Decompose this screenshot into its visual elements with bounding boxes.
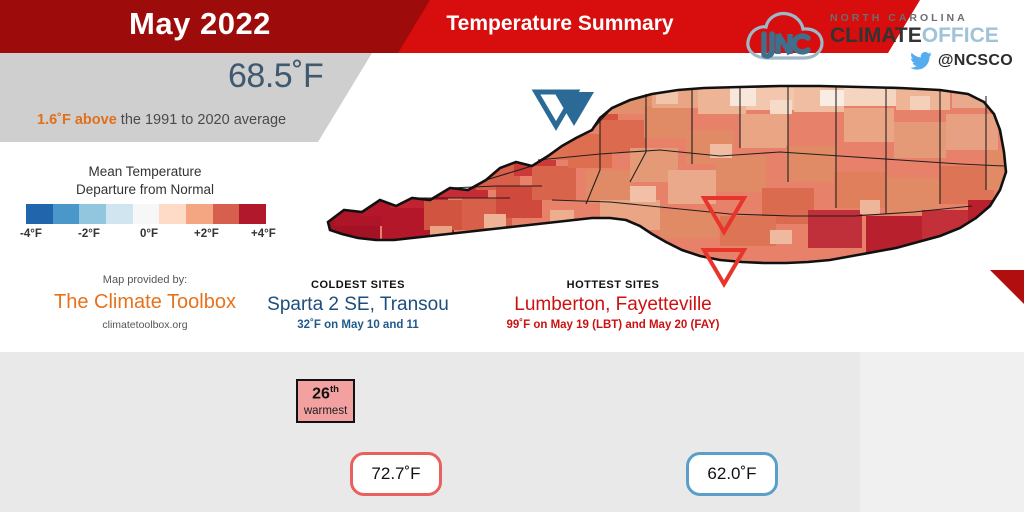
legend-swatch-2 xyxy=(79,204,107,224)
legend-tick-0: -4°F xyxy=(20,228,42,240)
statewide-average-value: 68.5˚F xyxy=(228,57,324,95)
ranking-cell-2022[interactable]: 26th warmest xyxy=(296,379,356,423)
ranking-word-2022: warmest xyxy=(303,405,348,418)
legend-tick-3: +2°F xyxy=(194,228,219,240)
coldest-site-markers xyxy=(531,89,594,131)
legend-swatch-7 xyxy=(212,204,240,224)
legend-tick-4: +4°F xyxy=(251,228,276,240)
twitter-handle[interactable]: @NCSCO xyxy=(910,52,1013,70)
legend-swatch-6 xyxy=(186,204,213,224)
infographic-root: May 2022 Temperature Summary NORTH CAROL… xyxy=(0,0,1024,513)
bottom-right-panel xyxy=(860,352,1024,512)
nc-temperature-map xyxy=(300,60,1024,288)
legend-swatch-5 xyxy=(159,204,187,224)
logo-office: OFFICE xyxy=(921,24,999,47)
legend-tick-1: -2°F xyxy=(78,228,100,240)
coldest-detail: 32˚F on May 10 and 11 xyxy=(297,319,419,331)
corner-accent xyxy=(990,270,1024,304)
legend-title-line2: Departure from Normal xyxy=(75,182,215,198)
legend-swatch-3 xyxy=(106,204,133,224)
page-title: May 2022 xyxy=(129,6,271,41)
cloud-icon xyxy=(746,11,824,60)
logo-climate: CLIMATE xyxy=(830,24,922,47)
twitter-bird-icon xyxy=(910,52,932,70)
twitter-handle-text: @NCSCO xyxy=(937,52,1013,69)
departure-text: 1.6˚F above the 1991 to 2020 average xyxy=(37,112,286,128)
hottest-names: Lumberton, Fayetteville xyxy=(514,294,712,315)
legend-swatch-4 xyxy=(132,204,160,224)
coldest-names: Sparta 2 SE, Transou xyxy=(267,294,449,315)
legend-ticks: -4°F -2°F 0°F +2°F +4°F xyxy=(6,228,286,244)
coolest-record-value: 62.0˚F xyxy=(686,452,778,496)
legend-swatch-1 xyxy=(52,204,80,224)
ranking-rank-2022: 26th xyxy=(312,383,339,403)
nc-climate-office-logo: NORTH CAROLINA CLIMATEOFFICE @NCSCO xyxy=(742,8,1017,74)
legend-swatch-8 xyxy=(239,204,267,224)
legend-tick-2: 0°F xyxy=(140,228,159,240)
departure-value: 1.6˚F above xyxy=(37,112,117,128)
logo-line1: NORTH CAROLINA xyxy=(830,12,968,24)
hottest-detail: 99˚F on May 19 (LBT) and May 20 (FAY) xyxy=(506,319,720,331)
legend-title: Mean Temperature Departure from Normal xyxy=(0,163,290,199)
departure-rest: the 1991 to 2020 average xyxy=(116,112,287,128)
legend-swatch-0 xyxy=(26,204,53,224)
legend-title-line1: Mean Temperature xyxy=(88,164,202,179)
header-subtitle: Temperature Summary xyxy=(446,12,674,35)
legend-colorbar xyxy=(26,204,267,224)
warmest-record-value: 72.7˚F xyxy=(350,452,442,496)
